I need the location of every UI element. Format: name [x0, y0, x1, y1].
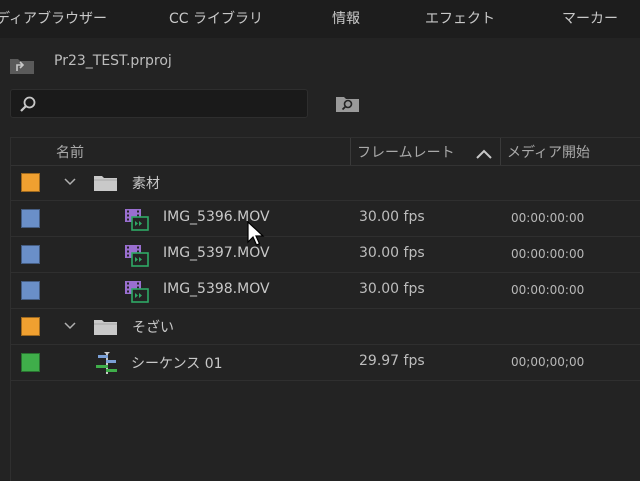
label-color-swatch[interactable]: [21, 173, 40, 192]
item-media-start: 00:00:00:00: [511, 283, 585, 297]
list-item-clip[interactable]: IMG_5396.MOV 30.00 fps 00:00:00:00: [11, 202, 640, 237]
find-in-bin-icon[interactable]: [336, 95, 359, 112]
sort-ascending-icon[interactable]: [475, 148, 493, 160]
item-frame-rate: 30.00 fps: [359, 209, 425, 225]
tab-cc-libraries[interactable]: CC ライブラリ: [169, 8, 263, 28]
chevron-down-icon[interactable]: [64, 321, 76, 330]
tab-media-browser[interactable]: ディアブラウザー: [0, 8, 107, 28]
list-header: 名前 フレームレート メディア開始: [11, 138, 640, 166]
search-box[interactable]: [10, 89, 308, 118]
project-name: Pr23_TEST.prproj: [54, 53, 172, 69]
list-item-clip[interactable]: IMG_5397.MOV 30.00 fps 00:00:00:00: [11, 238, 640, 273]
item-frame-rate: 30.00 fps: [359, 245, 425, 261]
column-header-frame-rate[interactable]: フレームレート: [357, 142, 455, 162]
item-name: シーケンス 01: [131, 356, 223, 372]
tab-effects[interactable]: エフェクト: [425, 8, 495, 28]
list-item-folder[interactable]: 素材: [11, 166, 640, 201]
video-clip-icon: [125, 209, 149, 231]
column-divider[interactable]: [350, 138, 351, 165]
tab-markers[interactable]: マーカー: [562, 8, 618, 28]
project-panel: Pr23_TEST.prproj 名前 フレームレート メディア開始 素材 IM…: [0, 38, 640, 481]
item-name: IMG_5397.MOV: [163, 245, 270, 261]
folder-icon: [94, 176, 117, 191]
project-list: 名前 フレームレート メディア開始 素材 IMG_5396.MOV 30.00 …: [10, 137, 640, 481]
column-divider[interactable]: [500, 138, 501, 165]
panel-tab-bar: ディアブラウザー CC ライブラリ 情報 エフェクト マーカー: [0, 0, 640, 36]
mouse-cursor-icon: [247, 221, 265, 246]
item-frame-rate: 30.00 fps: [359, 281, 425, 297]
label-color-swatch[interactable]: [21, 209, 40, 228]
project-up-folder-icon[interactable]: [10, 57, 34, 74]
list-item-clip[interactable]: IMG_5398.MOV 30.00 fps 00:00:00:00: [11, 274, 640, 309]
item-name: IMG_5398.MOV: [163, 281, 270, 297]
item-media-start: 00;00;00;00: [511, 355, 585, 369]
chevron-down-icon[interactable]: [64, 177, 76, 186]
search-input[interactable]: [43, 93, 305, 117]
item-media-start: 00:00:00:00: [511, 247, 585, 261]
label-color-swatch[interactable]: [21, 281, 40, 300]
folder-icon: [94, 320, 117, 335]
video-clip-icon: [125, 281, 149, 303]
list-item-folder[interactable]: そざい: [11, 310, 640, 345]
item-name: そざい: [132, 320, 174, 336]
label-color-swatch[interactable]: [21, 317, 40, 336]
video-clip-icon: [125, 245, 149, 267]
item-media-start: 00:00:00:00: [511, 211, 585, 225]
label-color-swatch[interactable]: [21, 353, 40, 372]
column-header-name[interactable]: 名前: [56, 142, 84, 162]
item-frame-rate: 29.97 fps: [359, 353, 425, 369]
item-name: 素材: [132, 176, 160, 192]
list-item-sequence[interactable]: シーケンス 01 29.97 fps 00;00;00;00: [11, 346, 640, 381]
label-color-swatch[interactable]: [21, 245, 40, 264]
sequence-icon: [96, 352, 117, 374]
search-icon: [20, 96, 36, 112]
column-header-media-start[interactable]: メディア開始: [507, 142, 590, 162]
tab-info[interactable]: 情報: [332, 8, 360, 28]
